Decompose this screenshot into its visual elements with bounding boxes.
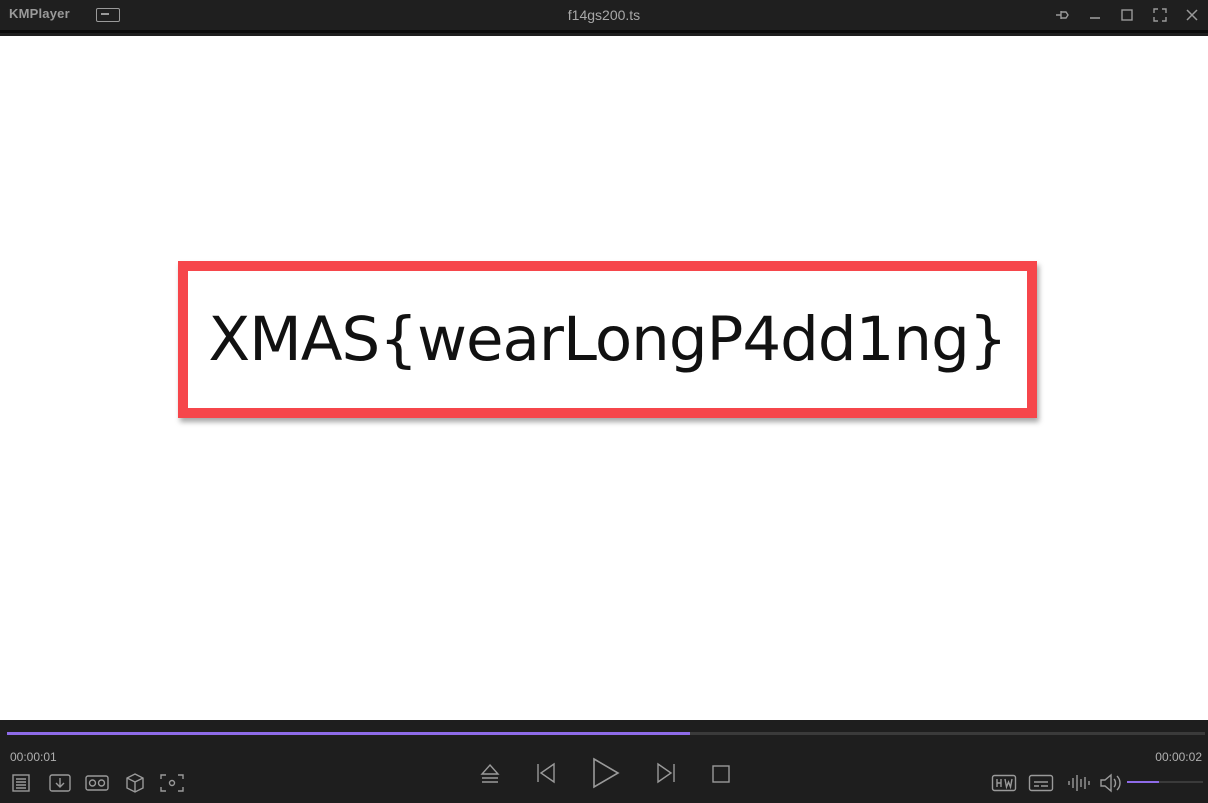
control-bar: 00:00:01 00:00:02 (0, 720, 1208, 803)
maximize-icon[interactable] (1116, 5, 1138, 25)
download-icon[interactable] (47, 772, 73, 794)
close-icon[interactable] (1181, 5, 1203, 25)
volume-icon[interactable] (1097, 771, 1125, 795)
equalizer-icon[interactable] (1065, 772, 1093, 794)
minimize-icon[interactable] (1084, 5, 1106, 25)
current-time: 00:00:01 (10, 750, 57, 764)
subtitle-icon[interactable] (1027, 773, 1055, 793)
total-time: 00:00:02 (1155, 750, 1202, 764)
video-area[interactable]: XMAS{wearLongP4dd1ng} (0, 36, 1208, 720)
playlist-icon[interactable] (10, 772, 32, 794)
title-bar: KMPlayer f14gs200.ts (0, 0, 1208, 33)
fullscreen-icon[interactable] (1149, 5, 1171, 25)
seek-bar[interactable] (7, 732, 1205, 735)
capture-icon[interactable] (158, 772, 186, 794)
vr-icon[interactable] (83, 772, 111, 794)
seek-progress (7, 732, 690, 735)
hw-accel-icon[interactable] (990, 773, 1018, 793)
stop-icon[interactable] (709, 762, 733, 786)
flag-text: XMAS{wearLongP4dd1ng} (208, 304, 1007, 375)
next-icon[interactable] (653, 760, 679, 786)
pin-icon[interactable] (1051, 5, 1073, 25)
volume-slider[interactable] (1127, 781, 1203, 783)
previous-icon[interactable] (533, 760, 559, 786)
play-icon[interactable] (588, 755, 622, 791)
volume-level (1127, 781, 1159, 783)
eject-icon[interactable] (478, 760, 502, 786)
flag-frame: XMAS{wearLongP4dd1ng} (178, 261, 1037, 418)
window-title: f14gs200.ts (567, 7, 641, 23)
3d-cube-icon[interactable] (123, 771, 147, 795)
